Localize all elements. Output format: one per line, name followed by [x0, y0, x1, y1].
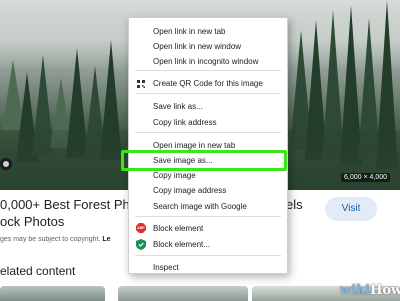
image-dimensions: 6,000 × 4,000 — [341, 173, 391, 182]
related-thumbnail[interactable] — [0, 286, 105, 301]
menu-divider — [135, 132, 281, 133]
copyright-text: ges may be subject to copyright. — [0, 236, 101, 243]
save-image-highlight — [121, 150, 287, 171]
menu-item-open-link-incognito[interactable]: Open link in incognito window — [153, 57, 258, 66]
watermark-suffix: How — [370, 283, 400, 298]
menu-item-open-link-new-tab[interactable]: Open link in new tab — [153, 27, 226, 36]
menu-item-create-qr-code[interactable]: Create QR Code for this image — [153, 79, 263, 88]
result-title-line-2: ock Photos — [0, 214, 65, 229]
result-title[interactable]: 0,000+ Best Forest Phot ock Photos — [0, 196, 130, 230]
menu-item-block-element[interactable]: Block element — [153, 224, 203, 233]
menu-item-copy-link-address[interactable]: Copy link address — [153, 118, 217, 127]
learn-more-link[interactable]: Le — [102, 236, 110, 243]
menu-divider — [135, 70, 281, 71]
copyright-notice: ges may be subject to copyright. Le — [0, 236, 128, 243]
menu-divider — [135, 255, 281, 256]
menu-item-search-image-google[interactable]: Search image with Google — [153, 202, 247, 211]
menu-item-save-link-as[interactable]: Save link as... — [153, 102, 203, 111]
menu-divider — [135, 216, 281, 217]
lens-icon[interactable] — [0, 158, 12, 170]
adblock-plus-icon: ABP — [136, 223, 146, 233]
wikihow-watermark: wikiHow — [340, 283, 400, 298]
result-title-continued: els — [286, 197, 303, 212]
watermark-prefix: wiki — [340, 283, 371, 298]
menu-item-open-image-new-tab[interactable]: Open image in new tab — [153, 141, 235, 150]
menu-divider — [135, 93, 281, 94]
related-thumbnail[interactable] — [118, 286, 248, 301]
qr-code-icon — [137, 80, 145, 88]
menu-item-open-link-new-window[interactable]: Open link in new window — [153, 42, 241, 51]
menu-item-inspect[interactable]: Inspect — [153, 263, 179, 272]
result-title-line-1: 0,000+ Best Forest Phot — [0, 197, 130, 212]
related-content-heading: elated content — [0, 264, 76, 278]
menu-item-block-element-dialog[interactable]: Block element... — [153, 240, 210, 249]
menu-item-copy-image-address[interactable]: Copy image address — [153, 186, 226, 195]
menu-item-copy-image[interactable]: Copy image — [153, 171, 196, 180]
context-menu: Open link in new tab Open link in new wi… — [128, 17, 288, 274]
shield-icon — [136, 239, 146, 250]
visit-button[interactable]: Visit — [325, 197, 377, 221]
